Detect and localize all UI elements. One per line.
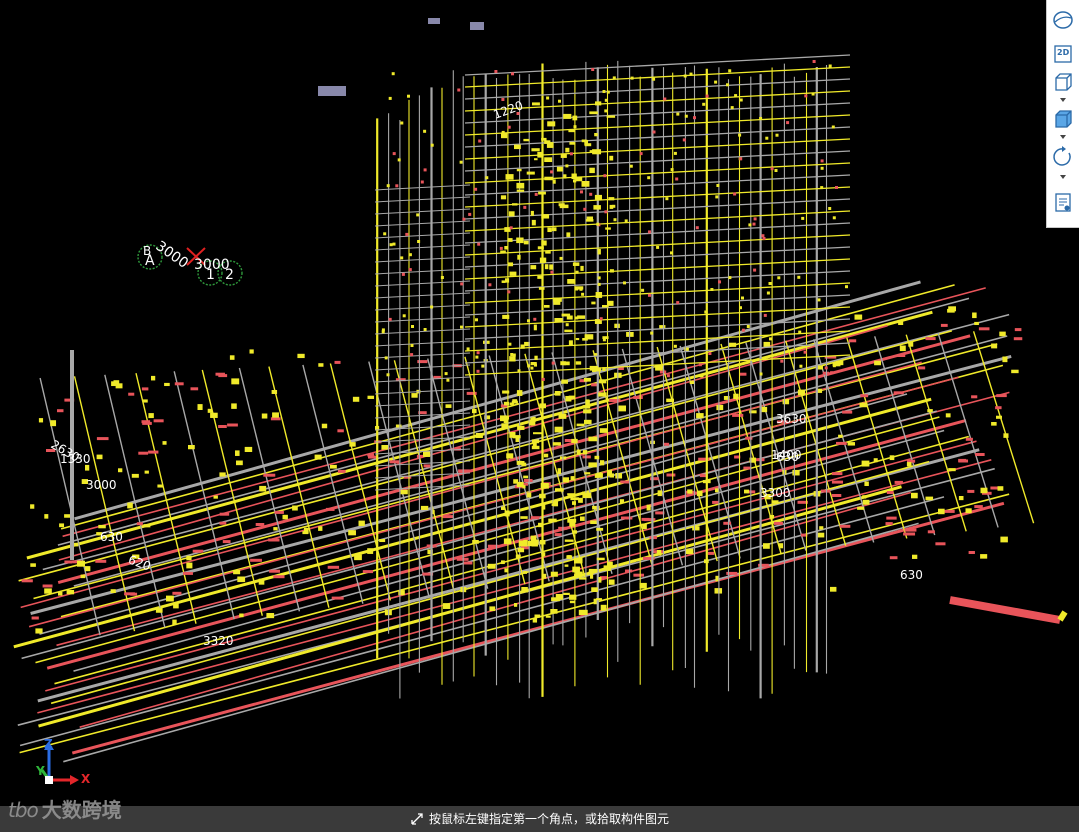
list-view-icon[interactable] <box>1051 190 1075 214</box>
watermark-text: 大数跨境 <box>41 798 122 822</box>
dimension-label: 630 <box>776 450 799 464</box>
dimension-label: 1330 <box>60 452 91 466</box>
view-toolbar: 2D <box>1046 0 1079 228</box>
grid-marker-b: B <box>143 244 152 258</box>
cube-outline-icon[interactable] <box>1051 70 1075 94</box>
status-prompt: 按鼠标左键指定第一个角点，或拾取构件图元 <box>429 812 670 826</box>
axis-label-x: X <box>81 772 91 786</box>
model-viewport[interactable]: A B 3000 3000 1 2 1220 2630 3000 630 332… <box>0 0 1079 806</box>
dimension-label: 3300 <box>760 486 791 500</box>
dimension-label: 3630 <box>776 412 807 426</box>
rotate-dropdown-icon[interactable] <box>1058 174 1068 180</box>
dimension-label: 630 <box>100 530 123 544</box>
pipe-network[interactable] <box>13 18 1068 763</box>
cube-shaded-dropdown-icon[interactable] <box>1058 134 1068 140</box>
dimension-label: 3320 <box>203 634 234 648</box>
cube-outline-dropdown-icon[interactable] <box>1058 97 1068 103</box>
axis-label-z: Z <box>44 737 53 751</box>
dimension-label: 3000 <box>86 478 117 492</box>
grid-marker-1: 1 <box>206 267 215 283</box>
watermark: tbo 大数跨境 <box>8 795 122 825</box>
cube-shaded-icon[interactable] <box>1051 107 1075 131</box>
rotate-icon[interactable] <box>1051 145 1075 169</box>
watermark-logo: tbo <box>8 798 39 822</box>
pick-corner-icon <box>411 813 423 825</box>
view-2d-label: 2D <box>1057 48 1070 57</box>
grid-marker-2: 2 <box>225 267 234 283</box>
view-2d-button[interactable]: 2D <box>1051 42 1075 66</box>
dimension-label: 630 <box>900 568 923 582</box>
axis-label-y: Y <box>36 764 45 778</box>
status-bar: 按鼠标左键指定第一个角点，或拾取构件图元 <box>0 806 1079 832</box>
view-ball-icon[interactable] <box>1051 8 1075 32</box>
pipe-model-scene[interactable] <box>0 0 1079 806</box>
